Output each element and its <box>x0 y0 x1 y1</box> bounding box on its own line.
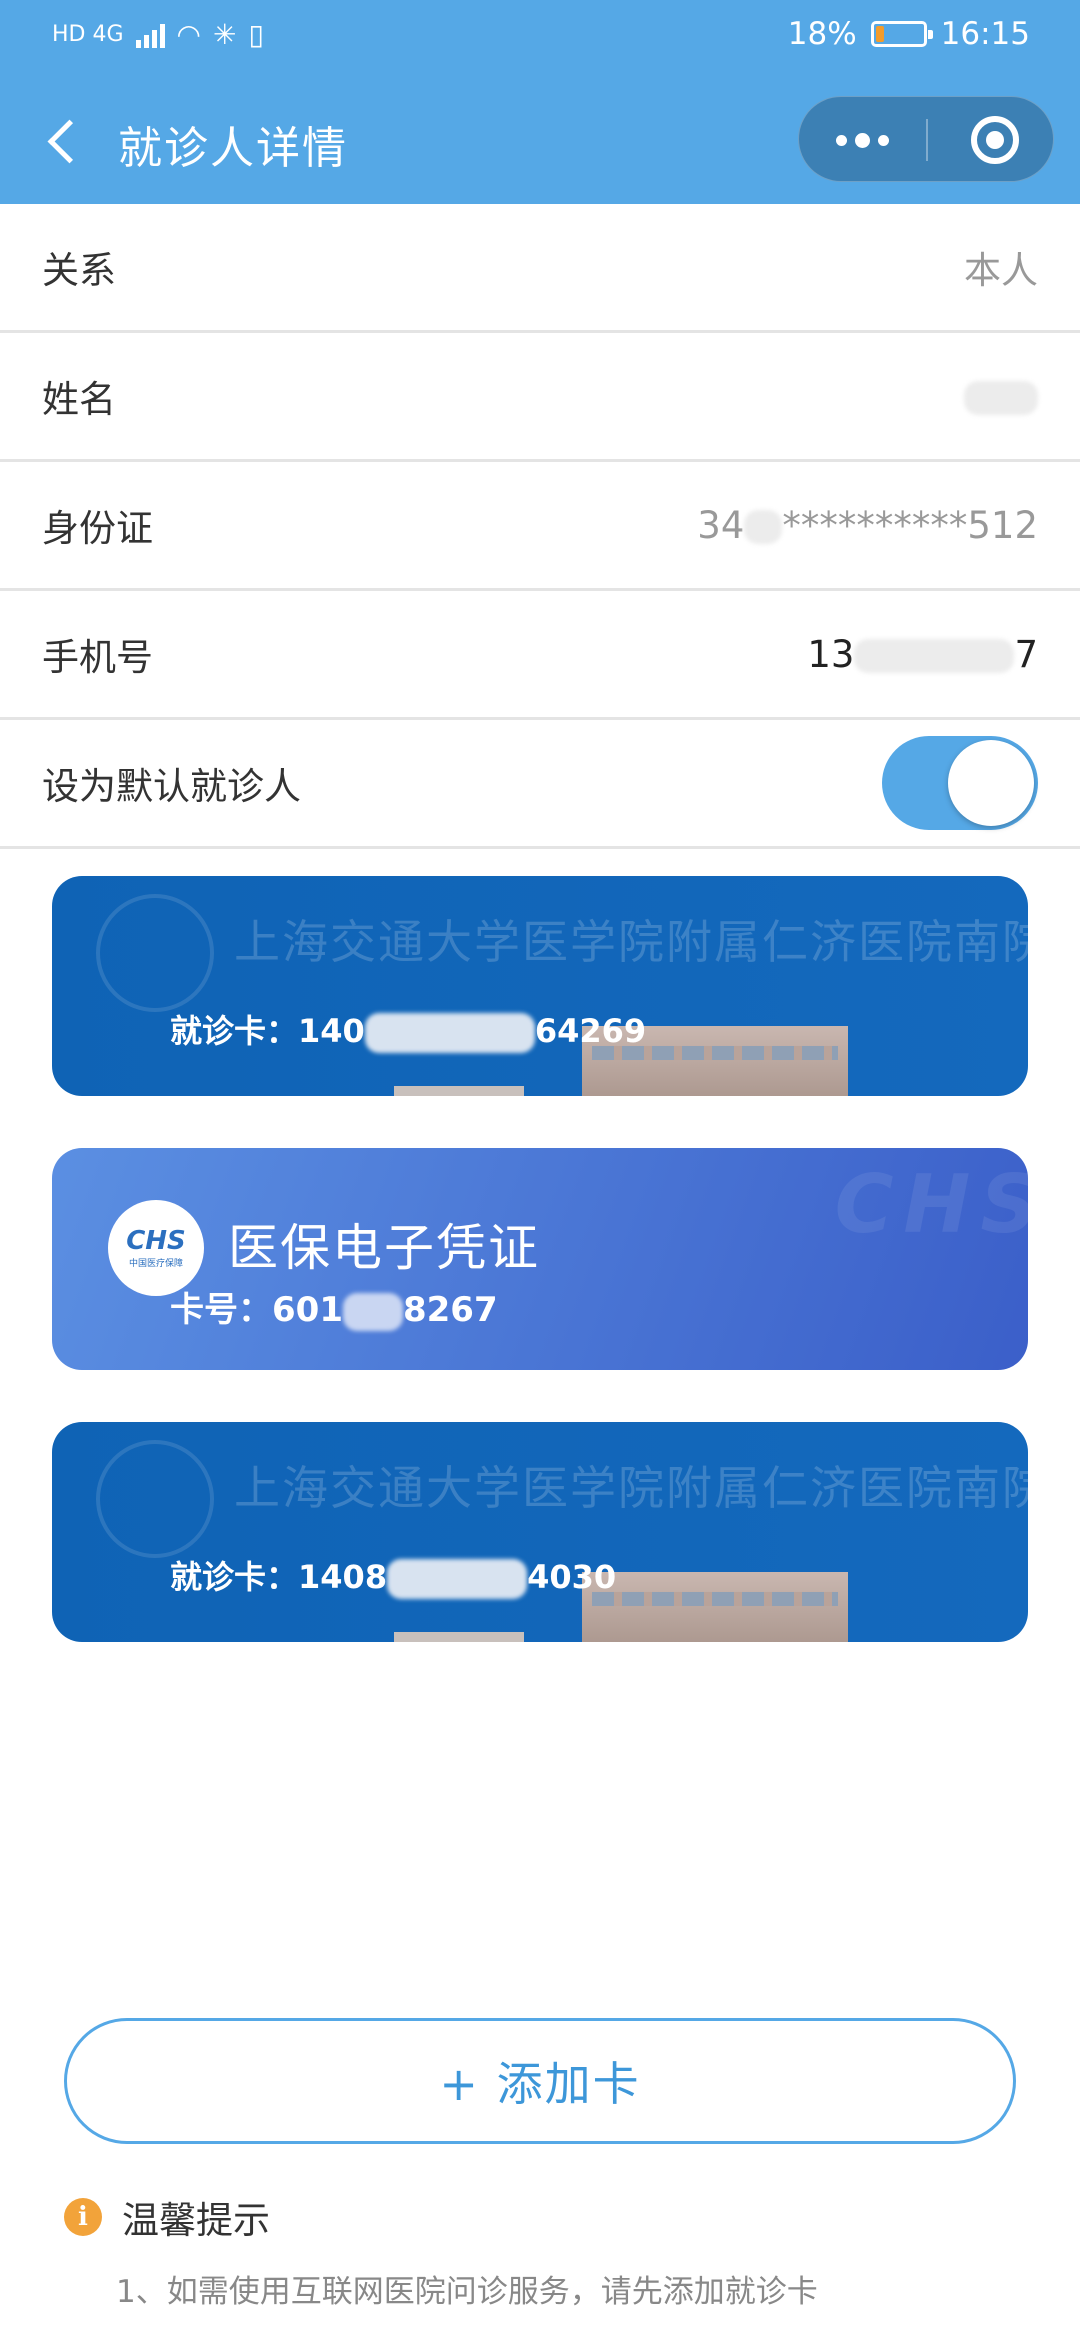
status-bar: HD 4G ◠ ✳ ▯ 18% 16:15 <box>0 0 1080 76</box>
row-value: 13 7 <box>807 632 1038 676</box>
patient-info-list: 关系 本人 姓名 身份证 34 **********512 手机号 13 7 设为默… <box>0 204 1080 849</box>
row-relationship: 关系 本人 <box>0 204 1080 333</box>
hospital-building-image <box>582 1572 848 1642</box>
vibrate-icon: ▯ <box>248 18 264 51</box>
default-patient-toggle[interactable] <box>882 736 1038 830</box>
row-label: 手机号 <box>42 636 153 679</box>
target-circle-icon[interactable] <box>971 116 1019 164</box>
hospital-card[interactable]: 上海交通大学医学院附属仁济医院南院 就诊卡：1408 4030 <box>52 1422 1028 1642</box>
hospital-logo-icon <box>96 1440 214 1558</box>
card-number: 卡号：601 8267 <box>170 1290 498 1331</box>
card-title: 医保电子凭证 <box>228 1219 540 1277</box>
tips-section: i 温馨提示 1、如需使用互联网医院问诊服务，请先添加就诊卡 <box>64 2190 818 2311</box>
hospital-logo-icon <box>96 894 214 1012</box>
toggle-knob <box>948 740 1034 826</box>
signal-icon <box>135 22 165 48</box>
page-title: 就诊人详情 <box>118 123 348 174</box>
battery-icon <box>870 21 933 47</box>
insurance-card[interactable]: CHS CHS 中国医疗保障 医保电子凭证 卡号：601 8267 <box>52 1148 1028 1370</box>
header-bar: HD 4G ◠ ✳ ▯ 18% 16:15 就诊人详情 <box>0 0 1080 204</box>
battery-percent: 18% <box>787 16 857 52</box>
clock: 16:15 <box>940 16 1030 52</box>
capsule-divider <box>926 119 928 161</box>
row-name: 姓名 <box>0 333 1080 462</box>
bluetooth-icon: ✳ <box>212 18 237 51</box>
card-watermark: 上海交通大学医学院附属仁济医院南院 <box>234 915 1028 969</box>
card-number: 就诊卡：1408 4030 <box>170 1552 616 1599</box>
tips-line: 1、如需使用互联网医院问诊服务，请先添加就诊卡 <box>116 2274 818 2310</box>
row-phone: 手机号 13 7 <box>0 591 1080 720</box>
network-indicator: HD 4G <box>52 22 124 47</box>
wifi-icon: ◠ <box>176 18 201 51</box>
card-number: 就诊卡：140 64269 <box>170 1006 646 1053</box>
status-right: 18% 16:15 <box>788 16 1030 52</box>
card-watermark: CHS <box>834 1158 1028 1251</box>
info-icon: i <box>64 2198 102 2236</box>
row-label: 设为默认就诊人 <box>42 765 301 808</box>
row-label: 姓名 <box>42 378 116 421</box>
row-default-patient: 设为默认就诊人 <box>0 720 1080 849</box>
card-watermark: 上海交通大学医学院附属仁济医院南院 <box>234 1461 1028 1515</box>
tips-header: i 温馨提示 <box>64 2190 818 2244</box>
battery-fill <box>875 26 884 42</box>
status-left: HD 4G ◠ ✳ ▯ <box>52 18 264 51</box>
row-label: 关系 <box>42 249 116 292</box>
row-value-redacted <box>964 375 1038 418</box>
hospital-card[interactable]: 上海交通大学医学院附属仁济医院南院 就诊卡：140 64269 <box>52 876 1028 1096</box>
row-value: 34 **********512 <box>697 503 1038 547</box>
row-value: 本人 <box>964 249 1038 292</box>
more-dots-icon[interactable] <box>799 97 926 183</box>
miniprogram-capsule <box>798 96 1054 182</box>
hospital-building-image-lower <box>394 1086 524 1096</box>
chevron-left-icon[interactable] <box>40 114 88 170</box>
row-label: 身份证 <box>42 507 153 550</box>
add-card-button[interactable]: + 添加卡 <box>64 2018 1016 2144</box>
tips-title: 温馨提示 <box>122 2199 270 2242</box>
hospital-building-image-lower <box>394 1632 524 1642</box>
nav-bar: 就诊人详情 <box>0 96 1080 188</box>
row-id-card: 身份证 34 **********512 <box>0 462 1080 591</box>
